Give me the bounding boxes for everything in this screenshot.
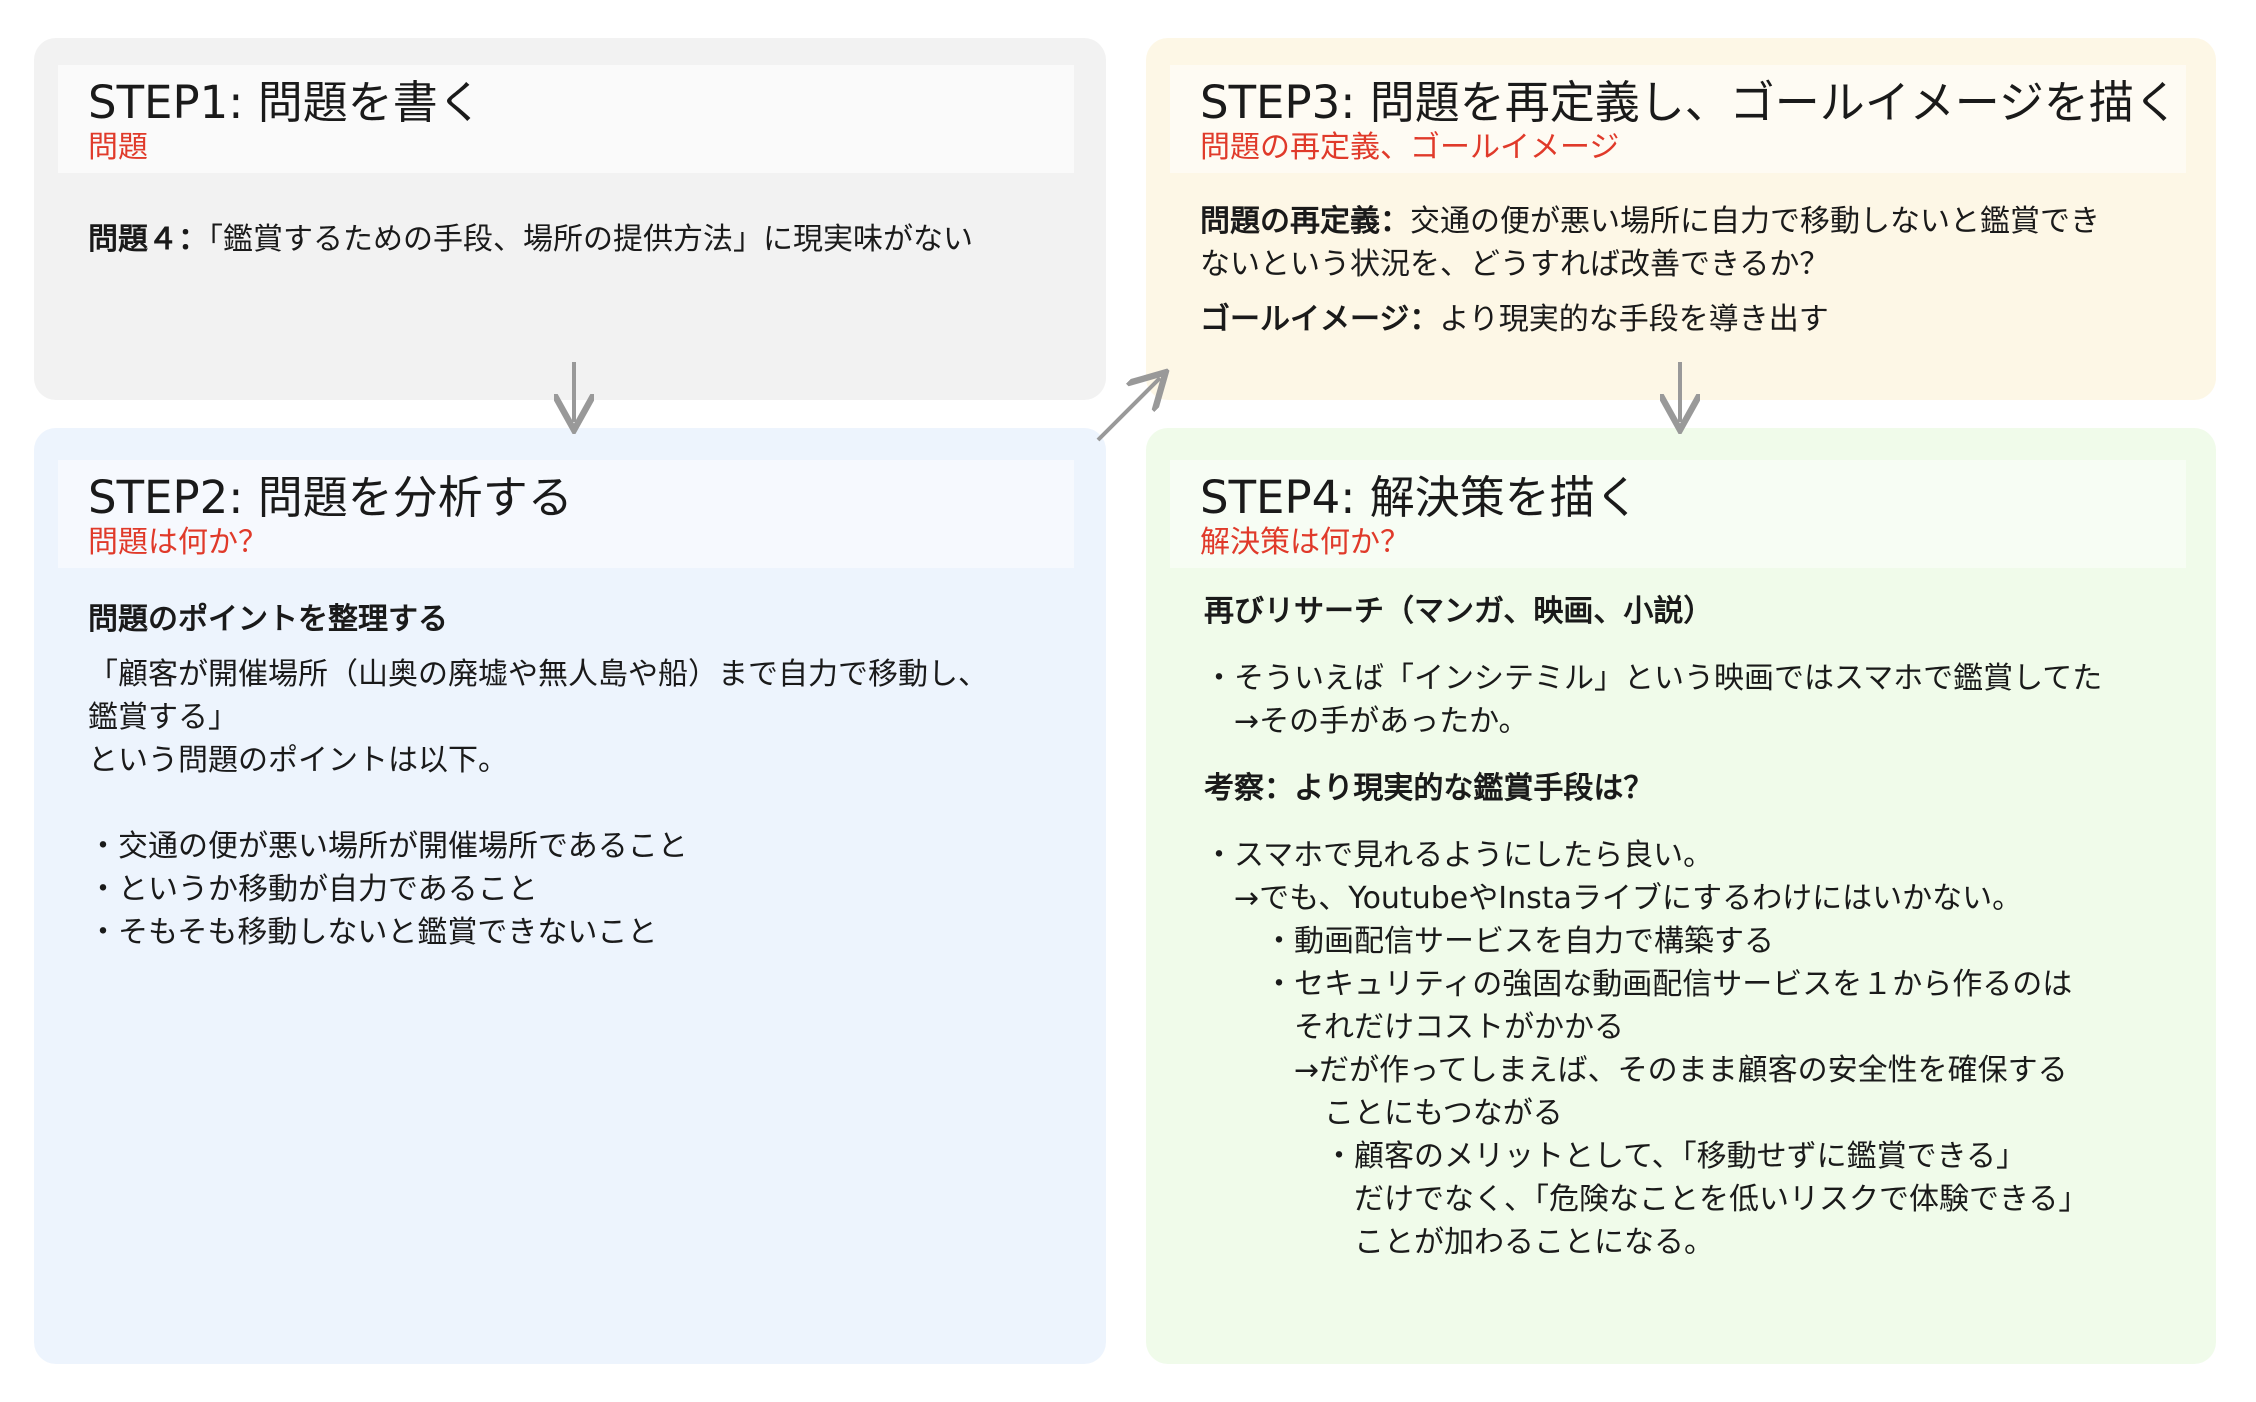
step3-goal-label: ゴールイメージ： [1200, 302, 1440, 337]
step4-header: STEP4: 解決策を描く 解決策は何か？ [1170, 460, 2186, 568]
step4-card: STEP4: 解決策を描く 解決策は何か？ 再びリサーチ（マンガ、映画、小説） … [1146, 428, 2216, 1364]
step2-line: 「顧客が開催場所（山奥の廃墟や無人島や船）まで自力で移動し、 [88, 657, 988, 692]
step4-analysis-line: ・動画配信サービスを自力で構築する [1204, 924, 1774, 959]
step2-body: 問題のポイントを整理する 「顧客が開催場所（山奥の廃墟や無人島や船）まで自力で移… [88, 598, 988, 954]
step4-research-line: →その手があったか。 [1204, 704, 1529, 739]
step4-analysis-line: ことが加わることになる。 [1204, 1225, 1714, 1260]
step3-card: STEP3: 問題を再定義し、ゴールイメージを描く 問題の再定義、ゴールイメージ… [1146, 38, 2216, 400]
step4-research-line: ・そういえば「インシテミル」という映画ではスマホで鑑賞してた [1204, 661, 2103, 696]
step2-title: STEP2: 問題を分析する [88, 471, 573, 524]
step4-analysis-line: ・顧客のメリットとして、「移動せずに鑑賞できる」 [1204, 1139, 2026, 1174]
step1-subtitle: 問題 [88, 130, 148, 165]
step2-line: という問題のポイントは以下。 [88, 743, 508, 778]
step1-problem-text: 「鑑賞するための手段、場所の提供方法」に現実味がない [208, 222, 973, 257]
step2-subtitle: 問題は何か？ [88, 525, 268, 560]
step4-analysis-line: ・スマホで見れるようにしたら良い。 [1204, 838, 1714, 873]
step2-line: 鑑賞する」 [88, 700, 238, 735]
step4-body: 再びリサーチ（マンガ、映画、小説） ・そういえば「インシテミル」という映画ではス… [1204, 590, 2102, 1264]
step3-redefine-text-cont: ないという状況を、どうすれば改善できるか？ [1200, 247, 1830, 282]
step1-card: STEP1: 問題を書く 問題 問題４：「鑑賞するための手段、場所の提供方法」に… [34, 38, 1106, 400]
step4-heading-analysis: 考察：より現実的な鑑賞手段は？ [1204, 771, 1654, 806]
step4-analysis-line: ことにもつながる [1204, 1096, 1563, 1131]
step4-analysis-line: それだけコストがかかる [1204, 1010, 1624, 1045]
step3-title: STEP3: 問題を再定義し、ゴールイメージを描く [1200, 76, 2179, 129]
step4-heading-research: 再びリサーチ（マンガ、映画、小説） [1204, 594, 1714, 629]
step3-redefine-text: 交通の便が悪い場所に自力で移動しないと鑑賞でき [1410, 204, 2100, 239]
step2-bullet: ・交通の便が悪い場所が開催場所であること [88, 829, 688, 864]
step4-analysis-line: →だが作ってしまえば、そのまま顧客の安全性を確保する [1204, 1053, 2068, 1088]
step4-title: STEP4: 解決策を描く [1200, 471, 1640, 524]
step3-goal-text: より現実的な手段を導き出す [1439, 302, 1829, 337]
step4-analysis-line: →でも、YoutubeやInstaライブにするわけにはいかない。 [1204, 881, 2023, 916]
step3-header: STEP3: 問題を再定義し、ゴールイメージを描く 問題の再定義、ゴールイメージ [1170, 65, 2186, 173]
step4-analysis-line: だけでなく、「危険なことを低いリスクで体験できる」 [1204, 1182, 2089, 1217]
step1-title: STEP1: 問題を書く [88, 76, 483, 129]
step1-problem-label: 問題４： [88, 222, 208, 257]
step3-body: 問題の再定義：交通の便が悪い場所に自力で移動しないと鑑賞でき ないという状況を、… [1200, 200, 2100, 341]
step4-subtitle: 解決策は何か？ [1200, 525, 1410, 560]
step2-heading: 問題のポイントを整理する [88, 602, 448, 637]
step2-header: STEP2: 問題を分析する 問題は何か？ [58, 460, 1074, 568]
step3-redefine-label: 問題の再定義： [1200, 204, 1410, 239]
step2-bullet: ・というか移動が自力であること [88, 872, 538, 907]
step2-card: STEP2: 問題を分析する 問題は何か？ 問題のポイントを整理する 「顧客が開… [34, 428, 1106, 1364]
step1-header: STEP1: 問題を書く 問題 [58, 65, 1074, 173]
step2-bullet: ・そもそも移動しないと鑑賞できないこと [88, 915, 658, 950]
step4-analysis-line: ・セキュリティの強固な動画配信サービスを１から作るのは [1204, 967, 2073, 1002]
step1-body: 問題４：「鑑賞するための手段、場所の提供方法」に現実味がない [88, 218, 973, 261]
step3-subtitle: 問題の再定義、ゴールイメージ [1200, 130, 1620, 165]
